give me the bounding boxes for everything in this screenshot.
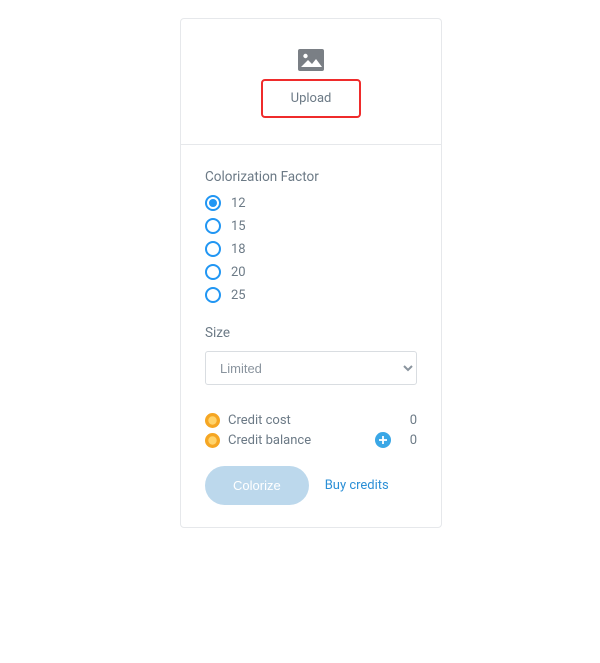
radio-label: 25 (231, 288, 246, 303)
radio-label: 20 (231, 265, 246, 280)
image-icon (298, 49, 324, 71)
credit-cost-value: 0 (397, 413, 417, 428)
radio-option-18[interactable]: 18 (205, 241, 417, 257)
radio-option-15[interactable]: 15 (205, 218, 417, 234)
radio-label: 15 (231, 219, 246, 234)
actions-row: Colorize Buy credits (205, 466, 417, 505)
colorize-button[interactable]: Colorize (205, 466, 309, 505)
radio-option-25[interactable]: 25 (205, 287, 417, 303)
radio-option-20[interactable]: 20 (205, 264, 417, 280)
colorization-label: Colorization Factor (205, 169, 417, 185)
radio-icon (205, 218, 221, 234)
buy-credits-link[interactable]: Buy credits (325, 478, 389, 493)
radio-option-12[interactable]: 12 (205, 195, 417, 211)
colorization-radio-group: 12 15 18 20 25 (205, 195, 417, 303)
coin-icon (205, 413, 220, 428)
upload-label: Upload (291, 91, 332, 106)
upload-section: Upload (181, 19, 441, 145)
radio-label: 12 (231, 196, 246, 211)
credit-balance-label: Credit balance (228, 433, 375, 448)
radio-icon (205, 195, 221, 211)
settings-section: Colorization Factor 12 15 18 20 25 (181, 145, 441, 527)
upload-button[interactable]: Upload (261, 79, 362, 118)
credit-balance-row: Credit balance 0 (205, 432, 417, 448)
plus-icon[interactable] (375, 432, 391, 448)
size-select[interactable]: Limited (205, 351, 417, 385)
settings-card: Upload Colorization Factor 12 15 18 20 (180, 18, 442, 528)
radio-icon (205, 241, 221, 257)
credit-cost-row: Credit cost 0 (205, 413, 417, 428)
credit-cost-label: Credit cost (228, 413, 397, 428)
radio-icon (205, 264, 221, 280)
size-label: Size (205, 325, 417, 341)
radio-icon (205, 287, 221, 303)
radio-label: 18 (231, 242, 246, 257)
credit-balance-value: 0 (397, 433, 417, 448)
coin-icon (205, 433, 220, 448)
